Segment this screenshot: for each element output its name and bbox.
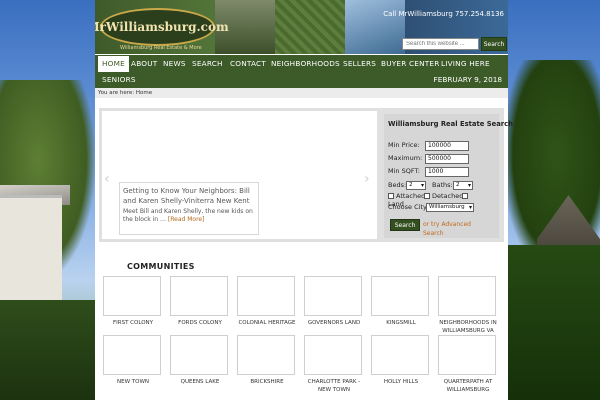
hedge-left [0,300,95,400]
nav-neighborhoods[interactable]: NEIGHBORHOODS [267,56,344,72]
nav-sellers[interactable]: SELLERS [339,56,380,72]
slider-prev-icon[interactable]: ‹ [104,171,110,187]
logo-tagline: Williamsburg Real Estate & More [120,45,202,51]
header-photo-garden [275,0,345,54]
attached-checkbox[interactable] [388,193,394,199]
hedge-right [505,245,600,400]
slider-next-icon[interactable]: › [364,171,370,187]
community-card[interactable]: HOLLY HILLS [371,335,431,386]
community-label[interactable]: BRICKSHIRE [237,378,297,386]
community-label[interactable]: COLONIAL HERITAGE [237,319,297,327]
city-select[interactable]: Williamsburg [426,203,474,212]
community-card[interactable]: KINGSMILL [371,276,431,327]
nav-about[interactable]: ABOUT [127,56,161,72]
maximum-input[interactable]: 500000 [425,154,469,164]
featured-slider: ‹ › Getting to Know Your Neighbors: Bill… [102,111,377,239]
site-header: MrWilliamsburg.com Williamsburg Real Est… [95,0,508,54]
beds-label: Beds: [388,181,407,189]
nav-buyer-center[interactable]: BUYER CENTER [377,56,444,72]
community-image[interactable] [103,335,161,375]
min-sqft-label: Min SQFT: [388,167,420,175]
community-label[interactable]: FIRST COLONY [103,319,163,327]
community-card[interactable]: QUARTERPATH AT WILLIAMSBURG [438,335,498,394]
maximum-label: Maximum: [388,154,423,162]
community-card[interactable]: CHARLOTTE PARK - NEW TOWN [304,335,364,394]
slide-title[interactable]: Getting to Know Your Neighbors: Bill and… [123,186,255,206]
real-estate-search-widget: Williamsburg Real Estate Search Min Pric… [384,114,513,238]
community-image[interactable] [103,276,161,316]
nav-home[interactable]: HOME [98,56,129,72]
community-image[interactable] [237,276,295,316]
nav-seniors[interactable]: SENIORS [98,72,140,88]
beds-select[interactable]: 2 [406,181,426,190]
community-image[interactable] [438,335,496,375]
community-card[interactable]: NEW TOWN [103,335,163,386]
community-label[interactable]: NEW TOWN [103,378,163,386]
read-more-link[interactable]: [Read More] [168,216,205,223]
nav-search[interactable]: SEARCH [188,56,227,72]
detached-label: Detached [432,192,464,200]
community-label[interactable]: QUEENS LAKE [170,378,230,386]
nav-contact[interactable]: CONTACT [226,56,270,72]
community-image[interactable] [170,276,228,316]
community-card[interactable]: BRICKSHIRE [237,335,297,386]
baths-label: Baths: [432,181,453,189]
site-search-input[interactable] [402,38,479,50]
site-search-button[interactable]: Search [481,37,507,51]
community-image[interactable] [237,335,295,375]
community-image[interactable] [170,335,228,375]
re-search-button[interactable]: Search [390,219,420,231]
attached-label: Attached [396,192,426,200]
community-image[interactable] [371,335,429,375]
land-checkbox[interactable] [462,193,468,199]
site-logo[interactable]: MrWilliamsburg.com Williamsburg Real Est… [95,8,229,51]
community-image[interactable] [304,276,362,316]
community-image[interactable] [371,276,429,316]
community-label[interactable]: GOVERNORS LAND [304,319,364,327]
min-price-label: Min Price: [388,141,420,149]
slide-excerpt: Meet Bill and Karen Shelly, the new kids… [123,208,255,224]
baths-select[interactable]: 2 [453,181,473,190]
community-label[interactable]: KINGSMILL [371,319,431,327]
min-price-input[interactable]: 100000 [425,141,469,151]
min-sqft-input[interactable]: 1000 [425,167,469,177]
community-label[interactable]: NEIGHBORHOODS IN WILLIAMSBURG VA [438,319,498,335]
community-image[interactable] [438,276,496,316]
main-nav: HOME ABOUT NEWS SEARCH CONTACT NEIGHBORH… [95,55,508,88]
house-left [0,195,62,305]
community-label[interactable]: CHARLOTTE PARK - NEW TOWN [304,378,364,394]
community-card[interactable]: GOVERNORS LAND [304,276,364,327]
advanced-search-link[interactable]: or try Advanced Search [423,220,493,238]
community-image[interactable] [304,335,362,375]
nav-news[interactable]: NEWS [159,56,190,72]
re-search-title: Williamsburg Real Estate Search [388,120,514,128]
current-date: FEBRUARY 9, 2018 [433,75,502,84]
nav-living-here[interactable]: LIVING HERE [437,56,494,72]
community-card[interactable]: FIRST COLONY [103,276,163,327]
communities-title: COMMUNITIES [127,262,195,271]
header-photo-river [345,0,405,54]
phone-number: Call MrWilliamsburg 757.254.8136 [383,10,504,18]
community-card[interactable]: QUEENS LAKE [170,335,230,386]
community-label[interactable]: FORDS COLONY [170,319,230,327]
community-label[interactable]: QUARTERPATH AT WILLIAMSBURG [438,378,498,394]
detached-checkbox[interactable] [424,193,430,199]
community-card[interactable]: NEIGHBORHOODS IN WILLIAMSBURG VA [438,276,498,335]
community-card[interactable]: COLONIAL HERITAGE [237,276,297,327]
community-card[interactable]: FORDS COLONY [170,276,230,327]
logo-text: MrWilliamsburg.com [95,20,229,34]
choose-city-label: Choose City [388,203,427,211]
community-label[interactable]: HOLLY HILLS [371,378,431,386]
slide-caption: Getting to Know Your Neighbors: Bill and… [119,182,259,235]
breadcrumb: You are here: Home [95,88,508,98]
page-content: MrWilliamsburg.com Williamsburg Real Est… [95,0,513,400]
featured-area: ‹ › Getting to Know Your Neighbors: Bill… [99,108,513,242]
